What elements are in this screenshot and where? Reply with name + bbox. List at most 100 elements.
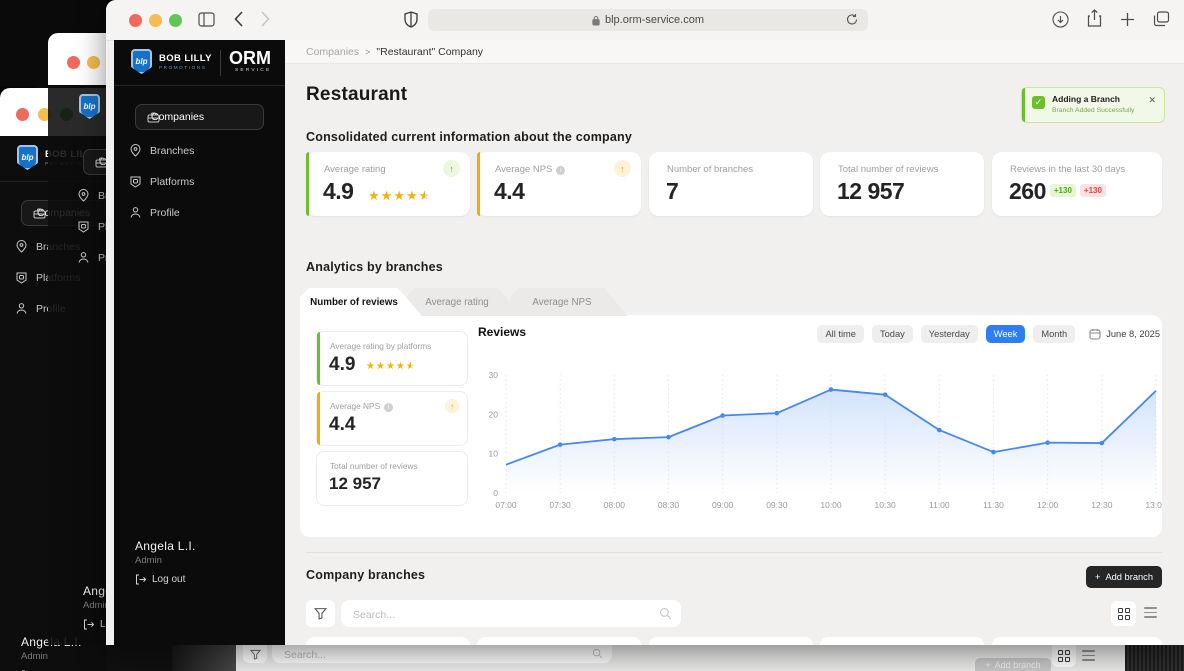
trend-up-icon: ↑ <box>445 399 459 413</box>
user-name: Angela L.I. <box>135 539 196 553</box>
list-view-button[interactable] <box>1082 650 1095 661</box>
trend-up-icon: ↑ <box>614 160 631 177</box>
stat-card-number-of-branches: Number of branches 7 <box>649 152 813 216</box>
minimize-traffic-light[interactable] <box>149 14 162 27</box>
forward-button[interactable] <box>261 11 270 27</box>
search-icon <box>659 607 672 620</box>
toast-message: Branch Added Successfully <box>1052 107 1135 114</box>
svg-text:07:00: 07:00 <box>495 500 517 510</box>
app-window-body: blp BOB LILLY Companies Branches Platfor… <box>48 85 212 645</box>
mini-card-average-rating: Average rating by platforms 4.9 ★★★★★★ <box>316 331 468 386</box>
svg-text:20: 20 <box>489 409 499 419</box>
filter-all-time[interactable]: All time <box>817 325 864 343</box>
new-tab-icon[interactable] <box>1120 12 1135 27</box>
filter-icon <box>314 608 327 620</box>
filter-week[interactable]: Week <box>985 325 1026 343</box>
stat-card-average-nps: Average NPS i ↑ 4.4 <box>477 152 641 216</box>
sidebar-toggle-icon[interactable] <box>198 12 215 27</box>
calendar-icon <box>1089 329 1101 340</box>
search-icon <box>592 648 603 659</box>
filter-button[interactable] <box>306 600 335 627</box>
grid-view-button[interactable] <box>1052 645 1076 667</box>
close-traffic-light[interactable] <box>16 108 29 121</box>
person-icon <box>76 251 90 265</box>
grid-view-button[interactable] <box>1111 601 1136 626</box>
address-bar[interactable]: blp.orm-service.com <box>428 9 868 31</box>
close-traffic-light[interactable] <box>67 56 80 69</box>
tab-number-of-reviews[interactable]: Number of reviews <box>300 288 422 316</box>
tab-average-rating[interactable]: Average rating <box>406 288 522 316</box>
svg-text:08:30: 08:30 <box>658 500 680 510</box>
svg-text:11:00: 11:00 <box>929 500 950 510</box>
privacy-shield-icon[interactable] <box>404 11 418 28</box>
info-icon[interactable]: i <box>556 166 566 175</box>
filter-month[interactable]: Month <box>1033 325 1076 343</box>
map-pin-icon <box>128 144 142 158</box>
branch-card[interactable] <box>477 637 641 645</box>
breadcrumb-separator: > <box>365 46 371 57</box>
background-window-3: blp BOB LILLY Companies Branches Platfor… <box>48 33 212 645</box>
svg-text:10:30: 10:30 <box>875 500 897 510</box>
tab-average-nps[interactable]: Average NPS <box>510 288 628 316</box>
close-icon[interactable]: ✕ <box>1148 95 1156 106</box>
filter-today[interactable]: Today <box>871 325 913 343</box>
background-dark-block <box>1125 645 1184 671</box>
search-input[interactable] <box>272 645 612 665</box>
sidebar-item-profile[interactable]: Profile <box>114 197 285 228</box>
zoom-traffic-light[interactable] <box>169 14 182 27</box>
platforms-icon <box>14 271 28 285</box>
briefcase-icon <box>146 110 160 124</box>
close-traffic-light[interactable] <box>129 14 142 27</box>
logout-button[interactable]: Log out <box>135 574 185 585</box>
negative-delta-badge: +130 <box>1079 184 1106 197</box>
toast-notification: ✓ Adding a Branch Branch Added Successfu… <box>1021 87 1165 123</box>
svg-text:10: 10 <box>489 449 499 459</box>
brand-shield-icon: blp <box>131 49 152 74</box>
branch-card[interactable] <box>820 637 984 645</box>
sidebar-item-companies[interactable]: Companies <box>135 104 264 130</box>
logout-icon <box>136 574 146 585</box>
reviews-line-chart: 0 10 20 30 07:00 07:30 08:00 08:30 09:00 09:30 10:… <box>489 370 1162 510</box>
stat-card-average-rating: Average rating ↑ 4.9 ★★★★★★ <box>306 152 470 216</box>
minimize-traffic-light[interactable] <box>87 56 100 69</box>
sidebar-item-branches[interactable]: Branches <box>114 135 285 166</box>
svg-text:10:00: 10:00 <box>820 500 842 510</box>
search-input[interactable] <box>341 600 681 629</box>
svg-text:12:30: 12:30 <box>1091 500 1113 510</box>
info-icon[interactable]: i <box>384 403 394 412</box>
person-icon <box>128 206 142 220</box>
branch-card[interactable] <box>306 637 470 645</box>
branch-card[interactable] <box>649 637 813 645</box>
user-role: Admin <box>21 651 48 662</box>
svg-text:30: 30 <box>489 370 499 380</box>
filter-button[interactable] <box>243 645 267 663</box>
app-sidebar: blp BOB LILLY PROMOTIONS ORM SERVICE Com… <box>114 40 285 645</box>
branch-card[interactable] <box>992 637 1162 645</box>
share-icon[interactable] <box>1087 9 1102 28</box>
grid-icon <box>1058 650 1070 662</box>
back-button[interactable] <box>234 11 243 27</box>
add-branch-button[interactable]: + Add branch <box>1086 566 1162 588</box>
breadcrumb-parent[interactable]: Companies <box>306 46 359 58</box>
mini-card-total-reviews: Total number of reviews 12 957 <box>316 451 468 506</box>
chart-title: Reviews <box>478 325 527 339</box>
user-role: Admin <box>135 555 162 566</box>
platforms-icon <box>128 175 142 189</box>
toast-title: Adding a Branch <box>1052 94 1121 104</box>
grid-icon <box>1117 607 1130 620</box>
map-pin-icon <box>14 240 28 254</box>
browser-window: blp.orm-service.com blp BOB LILLY PROMOT… <box>106 0 1184 645</box>
downloads-icon[interactable] <box>1052 11 1069 28</box>
add-branch-button[interactable]: + Add branch <box>975 658 1051 671</box>
list-view-button[interactable] <box>1144 607 1157 618</box>
svg-text:11:30: 11:30 <box>983 500 1004 510</box>
rating-stars: ★★★★★★ <box>368 188 432 203</box>
trend-up-icon: ↑ <box>443 160 460 177</box>
reload-icon[interactable] <box>846 13 858 26</box>
section-heading-analytics: Analytics by branches <box>306 260 443 274</box>
filter-yesterday[interactable]: Yesterday <box>920 325 978 343</box>
date-picker[interactable]: June 8, 2025 <box>1089 328 1160 340</box>
tab-overview-icon[interactable] <box>1153 11 1170 27</box>
sidebar-item-platforms[interactable]: Platforms <box>114 166 285 197</box>
breadcrumb-current: "Restaurant" Company <box>376 45 484 58</box>
